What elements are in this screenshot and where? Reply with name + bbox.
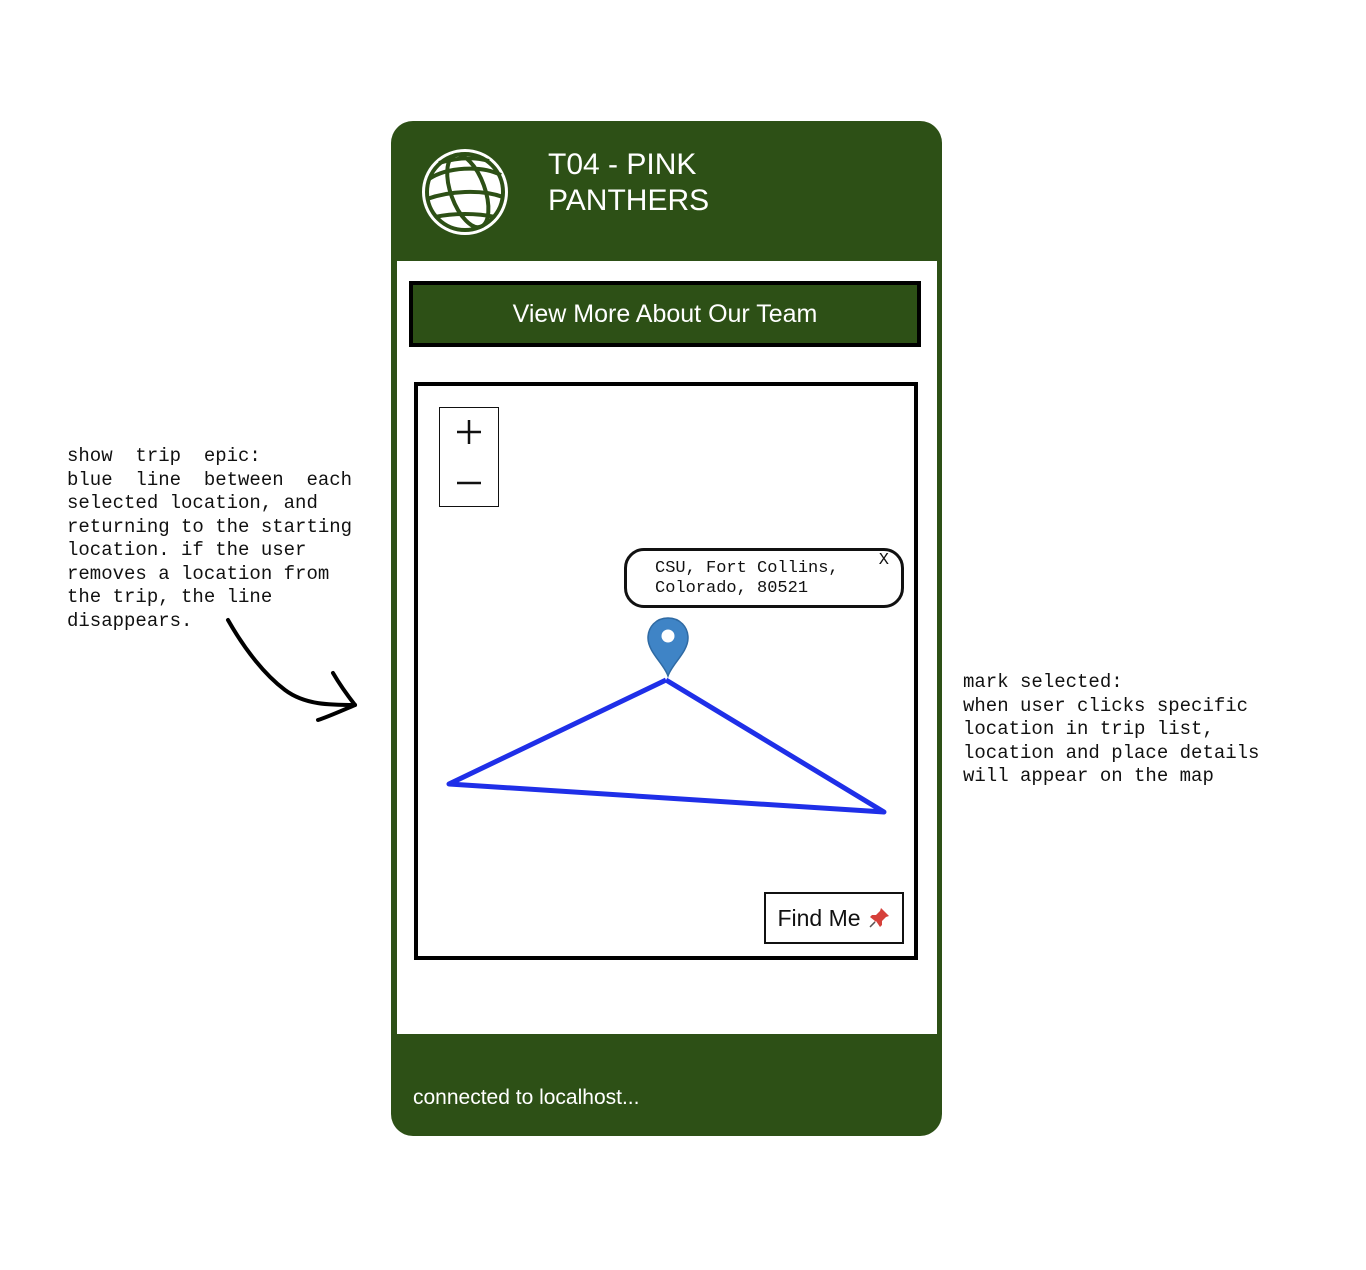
annotation-arrow-icon <box>226 618 357 722</box>
annotation-mark-selected: mark selected: when user clicks specific… <box>963 671 1260 787</box>
popup-location-details: CSU, Fort Collins, Colorado, 80521 <box>655 559 839 598</box>
pushpin-icon <box>869 908 889 928</box>
app-footer: connected to localhost... <box>391 1035 942 1136</box>
team-title: T04 - PINK PANTHERS <box>548 148 710 217</box>
map-view[interactable]: CSU, Fort Collins, Colorado, 80521 X Fin… <box>414 382 918 960</box>
location-popup: CSU, Fort Collins, Colorado, 80521 X <box>624 548 904 608</box>
app-content: View More About Our Team CSU, Fort Colli… <box>397 261 937 1034</box>
find-me-button[interactable]: Find Me <box>764 892 904 944</box>
connection-status: connected to localhost... <box>413 1086 640 1109</box>
app-frame: T04 - PINK PANTHERS View More About Our … <box>391 121 942 1136</box>
annotation-show-trip-epic: show trip epic: blue line between each s… <box>67 445 353 632</box>
view-team-button[interactable]: View More About Our Team <box>409 281 921 347</box>
find-me-label: Find Me <box>777 904 861 931</box>
popup-close-button[interactable]: X <box>879 551 889 570</box>
map-pin-icon[interactable] <box>646 616 690 678</box>
globe-icon <box>422 149 508 235</box>
app-header: T04 - PINK PANTHERS <box>391 121 942 259</box>
